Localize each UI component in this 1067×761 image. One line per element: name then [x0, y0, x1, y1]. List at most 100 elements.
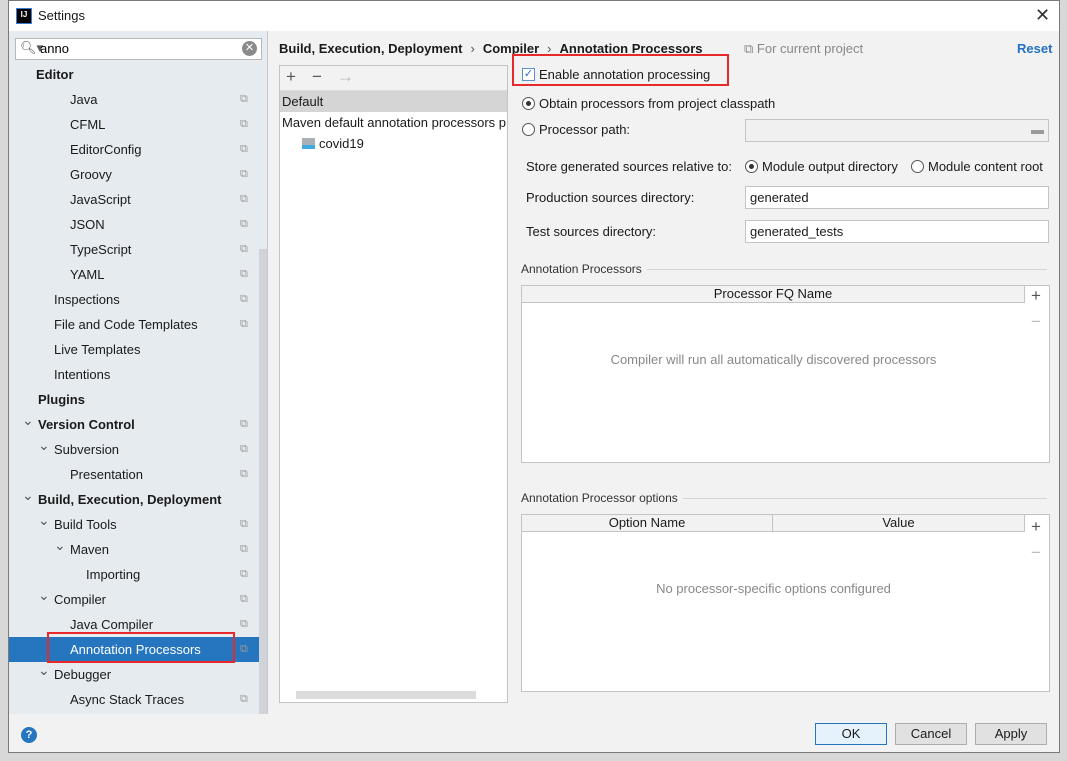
tree-item[interactable]: YAML ⧉ [9, 262, 259, 287]
cancel-button[interactable]: Cancel [895, 723, 967, 745]
options-group-title: Annotation Processor options [521, 491, 678, 505]
copy-icon: ⧉ [240, 118, 248, 130]
tree-item[interactable]: Groovy ⧉ [9, 162, 259, 187]
divider [683, 498, 1047, 499]
tree-item[interactable]: TypeScript ⧉ [9, 237, 259, 262]
module-folder-icon [302, 138, 315, 149]
chevron-down-icon[interactable]: ⌄ [22, 483, 34, 508]
copy-icon: ⧉ [240, 293, 248, 305]
add-processor-icon[interactable]: + [1031, 286, 1041, 306]
copy-icon: ⧉ [240, 143, 248, 155]
tree-item[interactable]: ⌄ Subversion ⧉ [9, 437, 259, 462]
module-item[interactable]: covid19 [280, 133, 507, 154]
folder-icon[interactable]: ▬ [1031, 122, 1044, 137]
tree-item-label: File and Code Templates [54, 317, 198, 332]
search-input[interactable] [40, 41, 235, 56]
processor-fq-name-header[interactable]: Processor FQ Name [522, 286, 1025, 303]
tree-item[interactable]: ⌄ Maven ⧉ [9, 537, 259, 562]
copy-icon: ⧉ [240, 168, 248, 180]
copy-icon: ⧉ [240, 543, 248, 555]
tree-item[interactable]: CFML ⧉ [9, 112, 259, 137]
processors-group-title: Annotation Processors [521, 262, 642, 276]
profiles-scrollbar[interactable] [296, 691, 476, 699]
add-option-icon[interactable]: + [1031, 517, 1041, 537]
chevron-down-icon[interactable]: ⌄ [38, 583, 50, 608]
tree-item-label: Maven [70, 542, 110, 557]
tree-item[interactable]: ⌄ Compiler ⧉ [9, 587, 259, 612]
tree-item[interactable]: Presentation ⧉ [9, 462, 259, 487]
module-content-radio[interactable] [911, 160, 924, 173]
tree-item[interactable]: JSON ⧉ [9, 212, 259, 237]
tree-item-label: Groovy [70, 167, 112, 182]
test-dir-label: Test sources directory: [526, 224, 657, 239]
tree-item-label: Java [70, 92, 98, 107]
help-icon[interactable]: ? [21, 727, 37, 743]
tree-item[interactable]: File and Code Templates ⧉ [9, 312, 259, 337]
ok-button[interactable]: OK [815, 723, 887, 745]
tree-item[interactable]: Async Stack Traces ⧉ [9, 687, 259, 712]
tree-item-label: CFML [70, 117, 106, 132]
chevron-down-icon[interactable]: ⌄ [54, 533, 66, 558]
enable-annotation-checkbox[interactable]: ✓ [522, 68, 535, 81]
tree-item-label: Presentation [70, 467, 143, 482]
tree-item[interactable]: Intentions [9, 362, 259, 387]
copy-icon: ⧉ [240, 618, 248, 630]
processor-path-radio[interactable] [522, 123, 535, 136]
processors-empty-text: Compiler will run all automatically disc… [610, 352, 937, 367]
move-arrow-icon[interactable]: → [337, 67, 354, 87]
add-icon[interactable]: + [286, 67, 296, 87]
remove-icon[interactable]: − [312, 67, 322, 87]
processor-path-input[interactable]: ▬ [745, 119, 1049, 142]
tree-item[interactable]: ⌄ Debugger [9, 662, 259, 687]
value-header[interactable]: Value [773, 515, 1025, 532]
chevron-down-icon[interactable]: ⌄ [22, 408, 34, 433]
profile-default[interactable]: Default [280, 91, 507, 112]
remove-processor-icon[interactable]: − [1031, 312, 1041, 332]
for-current-project: ⧉ For current project [744, 41, 863, 57]
production-dir-input[interactable]: generated [745, 186, 1049, 209]
settings-sidebar: 🔍︎▾ ✕ EditorJava⧉CFML⧉EditorConfig⧉Groov… [9, 31, 268, 714]
copy-icon: ⧉ [240, 468, 248, 480]
clear-search-icon[interactable]: ✕ [242, 41, 257, 56]
tree-item[interactable]: EditorConfig ⧉ [9, 137, 259, 162]
breadcrumb-item[interactable]: Build, Execution, Deployment [279, 41, 462, 56]
tree-item[interactable]: Live Templates [9, 337, 259, 362]
tree-item-label: Version Control [38, 417, 135, 432]
tree-item[interactable]: Java ⧉ [9, 87, 259, 112]
settings-dialog: IJ Settings ✕ 🔍︎▾ ✕ EditorJava⧉CFML⧉Edit… [8, 0, 1060, 753]
obtain-classpath-label: Obtain processors from project classpath [539, 96, 776, 111]
option-name-header[interactable]: Option Name [522, 515, 773, 532]
intellij-logo-icon: IJ [16, 8, 32, 24]
tree-item-label: JSON [70, 217, 105, 232]
reset-link[interactable]: Reset [1017, 41, 1052, 56]
tree-item-label: YAML [70, 267, 105, 282]
copy-icon: ⧉ [744, 41, 757, 56]
chevron-down-icon[interactable]: ⌄ [38, 433, 50, 458]
obtain-classpath-radio[interactable] [522, 97, 535, 110]
tree-item[interactable]: ⌄ Build Tools ⧉ [9, 512, 259, 537]
copy-icon: ⧉ [240, 568, 248, 580]
apply-button[interactable]: Apply [975, 723, 1047, 745]
tree-item-label: Editor [36, 67, 74, 82]
copy-icon: ⧉ [240, 693, 248, 705]
enable-annotation-label: Enable annotation processing [539, 67, 711, 82]
sidebar-scrollbar[interactable] [259, 249, 267, 714]
tree-item[interactable]: Editor [9, 62, 259, 87]
tree-item-label: Importing [86, 567, 141, 582]
profiles-toolbar: + − → [280, 66, 507, 91]
tree-item-label: Subversion [54, 442, 120, 457]
search-field[interactable]: 🔍︎▾ ✕ [15, 38, 262, 60]
remove-option-icon[interactable]: − [1031, 543, 1041, 563]
tree-item[interactable]: JavaScript ⧉ [9, 187, 259, 212]
tree-item[interactable]: Inspections ⧉ [9, 287, 259, 312]
tree-item-label: Compiler [54, 592, 107, 607]
profile-maven-default[interactable]: Maven default annotation processors p [280, 112, 507, 133]
close-icon[interactable]: ✕ [1035, 5, 1050, 26]
chevron-down-icon[interactable]: ⌄ [38, 508, 50, 533]
module-output-radio[interactable] [745, 160, 758, 173]
tree-item[interactable]: Plugins [9, 387, 259, 412]
tree-item-label: Async Stack Traces [70, 692, 185, 707]
test-dir-input[interactable]: generated_tests [745, 220, 1049, 243]
tree-item-label: JavaScript [70, 192, 131, 207]
tree-item-label: Debugger [54, 667, 112, 682]
